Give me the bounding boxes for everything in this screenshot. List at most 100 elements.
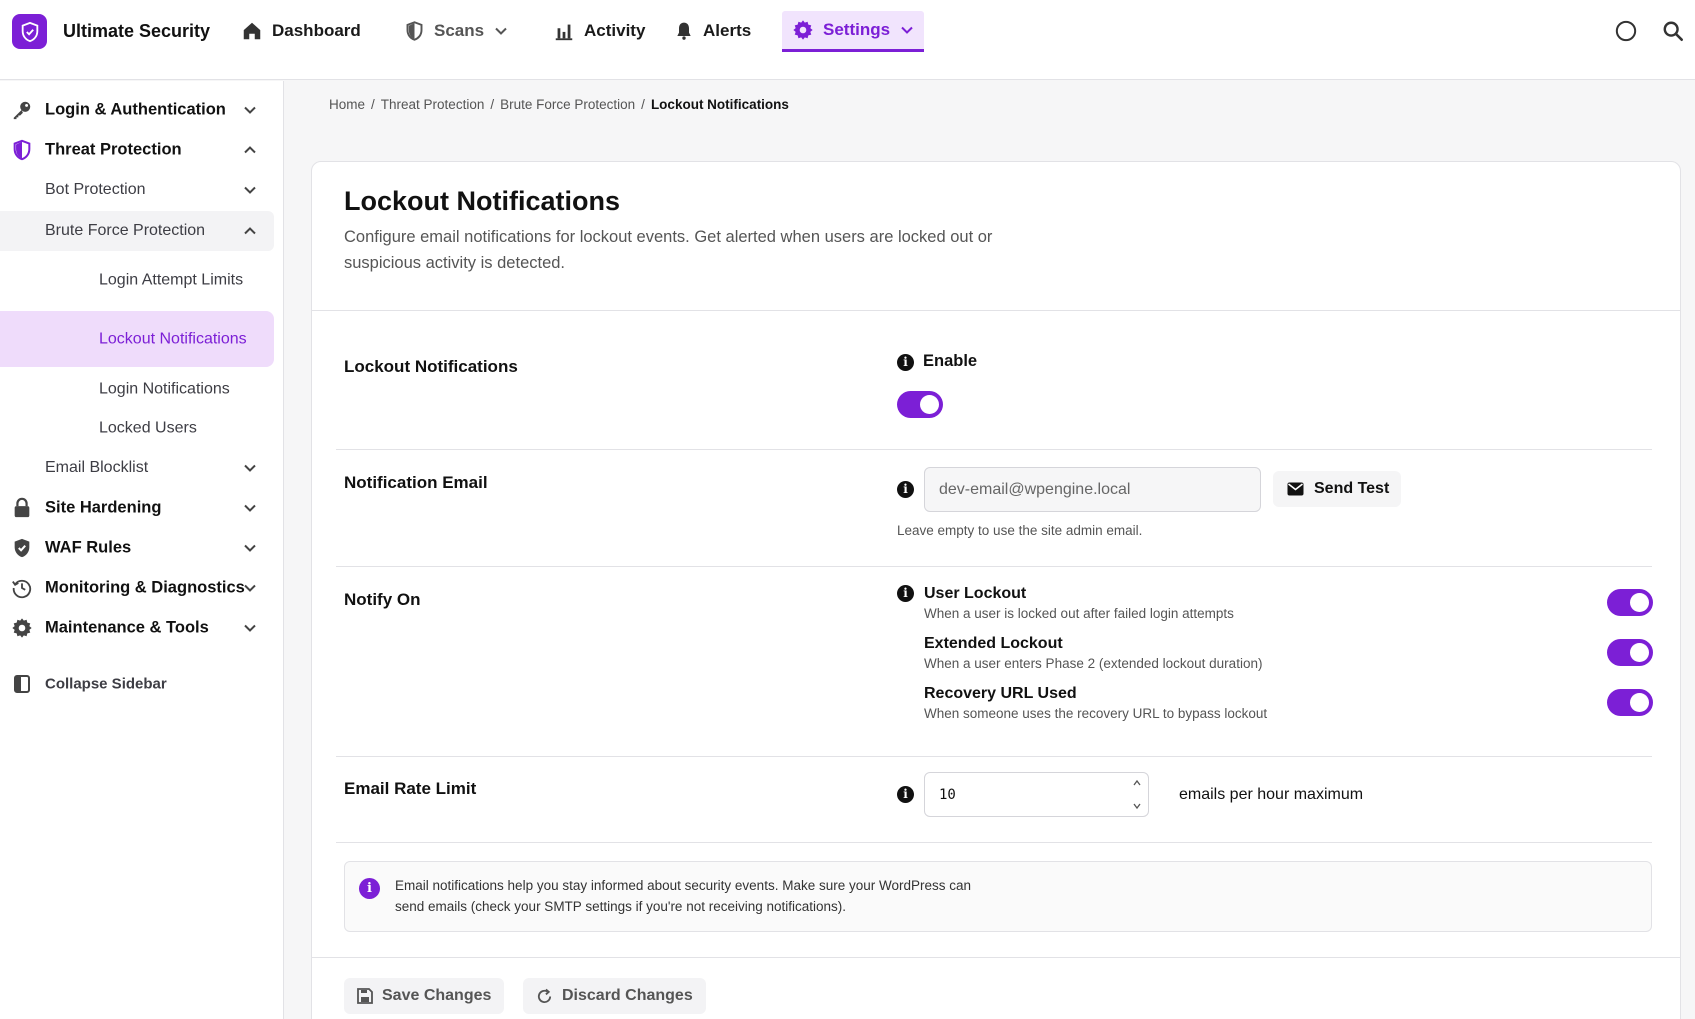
email-help-text: Leave empty to use the site admin email. xyxy=(897,523,1143,538)
bell-icon xyxy=(674,20,694,42)
sidebar-item-label: Login Attempt Limits xyxy=(99,271,244,289)
info-circle-icon: i xyxy=(359,878,380,899)
theme-toggle-icon[interactable] xyxy=(1615,20,1637,42)
nav-alerts-label: Alerts xyxy=(703,21,752,40)
sidebar-item-email-blocklist[interactable]: Email Blocklist xyxy=(0,449,274,487)
breadcrumb-current: Lockout Notifications xyxy=(650,97,789,112)
nav-alerts[interactable]: Alerts xyxy=(664,11,761,51)
chevron-down-icon xyxy=(243,461,257,475)
user-lockout-desc: When a user is locked out after failed l… xyxy=(924,606,1234,621)
breadcrumb-separator: / xyxy=(371,97,375,112)
nav-activity[interactable]: Activity xyxy=(543,11,655,51)
sidebar-item-label: Locked Users xyxy=(99,419,197,437)
notice-text: Email notifications help you stay inform… xyxy=(395,878,972,914)
breadcrumb-separator: / xyxy=(490,97,495,112)
chevron-down-icon xyxy=(243,621,257,635)
nav-scans-label: Scans xyxy=(434,21,485,40)
sidebar-item-locked-users[interactable]: Locked Users xyxy=(0,409,274,447)
top-navigation-bar: Ultimate Security Dashboard Scans Activi… xyxy=(0,0,1695,80)
email-rate-limit-label: Email Rate Limit xyxy=(344,779,477,798)
shield-check-icon xyxy=(12,14,47,49)
rate-limit-suffix: emails per hour maximum xyxy=(1179,786,1364,803)
sidebar-item-brute-force-protection[interactable]: Brute Force Protection xyxy=(0,211,274,251)
sidebar-item-login-attempt-limits[interactable]: Login Attempt Limits xyxy=(0,255,274,305)
sidebar-item-monitoring-diagnostics[interactable]: Monitoring & Diagnostics xyxy=(0,569,274,607)
nav-settings[interactable]: Settings xyxy=(782,11,925,52)
page-description: Configure email notifications for lockou… xyxy=(344,228,993,272)
sidebar-item-label: Email Blocklist xyxy=(45,459,149,476)
sidebar-item-threat-protection[interactable]: Threat Protection xyxy=(0,131,274,169)
info-icon[interactable]: i xyxy=(897,481,914,498)
recovery-url-title: Recovery URL Used xyxy=(924,685,1077,702)
chevron-down-icon xyxy=(243,103,257,117)
divider xyxy=(336,756,1652,757)
discard-changes-label: Discard Changes xyxy=(562,987,693,1004)
sidebar-item-maintenance-tools[interactable]: Maintenance & Tools xyxy=(0,609,274,647)
bar-chart-icon xyxy=(553,20,575,42)
lockout-notifications-label: Lockout Notifications xyxy=(344,357,518,376)
enable-label: Enable xyxy=(923,352,978,370)
settings-card: Lockout Notifications Configure email no… xyxy=(311,161,1681,1019)
chevron-down-icon xyxy=(243,183,257,197)
notification-email-input[interactable]: dev-email@wpengine.local xyxy=(924,467,1261,512)
nav-scans[interactable]: Scans xyxy=(394,11,518,51)
sidebar-item-waf-rules[interactable]: WAF Rules xyxy=(0,529,274,567)
sidebar-item-label: Login Notifications xyxy=(99,380,230,398)
recovery-url-desc: When someone uses the recovery URL to by… xyxy=(924,706,1268,721)
info-icon[interactable]: i xyxy=(897,354,914,371)
sidebar-item-login-authentication[interactable]: Login & Authentication xyxy=(0,91,274,129)
number-spinner[interactable] xyxy=(1132,777,1142,812)
info-icon[interactable]: i xyxy=(897,786,914,803)
info-notice: i Email notifications help you stay info… xyxy=(344,861,1652,932)
save-changes-button[interactable]: Save Changes xyxy=(344,978,505,1014)
info-icon[interactable]: i xyxy=(897,585,914,602)
user-lockout-title: User Lockout xyxy=(924,585,1027,602)
shield-half-icon xyxy=(11,139,33,161)
shield-check-icon xyxy=(11,537,33,559)
nav-activity-label: Activity xyxy=(584,21,646,40)
lockout-notifications-toggle[interactable] xyxy=(897,391,943,418)
page-title: Lockout Notifications xyxy=(344,186,620,216)
brand[interactable]: Ultimate Security xyxy=(12,14,210,49)
search-icon[interactable] xyxy=(1662,20,1684,42)
envelope-icon xyxy=(1287,482,1304,496)
sidebar-item-label: Lockout Notifications xyxy=(99,330,247,348)
sidebar-item-login-notifications[interactable]: Login Notifications xyxy=(0,371,274,407)
sidebar-item-label: Maintenance & Tools xyxy=(45,618,209,637)
save-changes-label: Save Changes xyxy=(382,987,492,1004)
sidebar-item-site-hardening[interactable]: Site Hardening xyxy=(0,489,274,527)
divider xyxy=(336,566,1652,567)
extended-lockout-title: Extended Lockout xyxy=(924,635,1063,652)
chevron-down-icon xyxy=(243,501,257,515)
breadcrumb-threat-protection[interactable]: Threat Protection xyxy=(381,97,485,112)
send-test-button[interactable]: Send Test xyxy=(1273,471,1401,507)
nav-settings-label: Settings xyxy=(823,20,891,39)
breadcrumb-brute-force[interactable]: Brute Force Protection xyxy=(500,97,635,112)
chevron-down-icon xyxy=(900,23,914,37)
recovery-url-toggle[interactable] xyxy=(1607,689,1653,716)
divider xyxy=(336,449,1652,450)
divider xyxy=(336,842,1652,843)
sidebar-item-label: Login & Authentication xyxy=(45,100,226,119)
nav-dashboard[interactable]: Dashboard xyxy=(231,11,371,51)
sidebar-item-label: Bot Protection xyxy=(45,181,146,198)
sidebar-item-bot-protection[interactable]: Bot Protection xyxy=(0,171,274,209)
sidebar-item-label: Threat Protection xyxy=(45,140,182,159)
breadcrumb-home[interactable]: Home xyxy=(329,97,365,112)
sidebar-item-lockout-notifications[interactable]: Lockout Notifications xyxy=(0,311,274,367)
nav-dashboard-label: Dashboard xyxy=(272,21,361,40)
chevron-down-icon xyxy=(243,581,257,595)
gear-icon xyxy=(792,19,814,41)
chevron-up-icon xyxy=(243,143,257,157)
collapse-sidebar-button[interactable]: Collapse Sidebar xyxy=(0,666,274,702)
notification-email-label: Notification Email xyxy=(344,473,488,492)
extended-lockout-toggle[interactable] xyxy=(1607,639,1653,666)
notify-on-label: Notify On xyxy=(344,590,421,609)
email-rate-limit-input[interactable]: 10 xyxy=(924,772,1149,817)
discard-changes-button[interactable]: Discard Changes xyxy=(523,978,706,1014)
user-lockout-toggle[interactable] xyxy=(1607,589,1653,616)
rate-limit-value: 10 xyxy=(939,786,956,803)
chevron-down-icon xyxy=(243,541,257,555)
breadcrumb-separator: / xyxy=(641,97,645,112)
chevron-down-icon xyxy=(494,24,508,38)
